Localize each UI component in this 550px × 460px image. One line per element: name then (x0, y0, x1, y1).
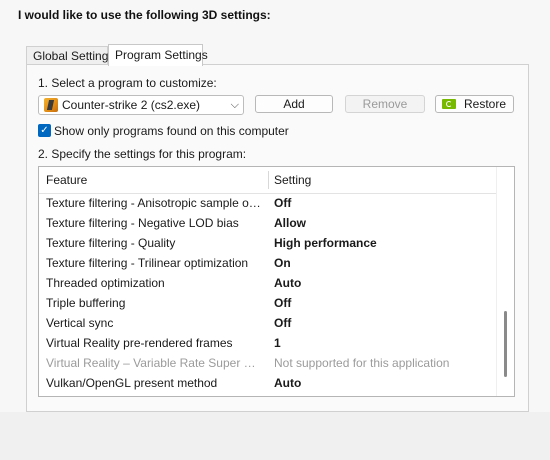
table-row[interactable]: Texture filtering - Quality High performa… (39, 233, 497, 253)
setting-cell[interactable]: High performance (274, 233, 377, 253)
column-header-feature[interactable]: Feature (46, 167, 87, 193)
setting-cell[interactable]: Allow (274, 213, 306, 233)
restore-button[interactable]: Restore (435, 95, 514, 113)
feature-cell: Triple buffering (46, 296, 126, 310)
setting-cell[interactable]: Off (274, 313, 291, 333)
program-select[interactable]: Counter-strike 2 (cs2.exe) ⌵ (38, 95, 244, 115)
scrollbar-thumb[interactable] (504, 311, 507, 377)
setting-cell[interactable]: Auto (274, 273, 301, 293)
column-divider[interactable] (268, 171, 269, 189)
feature-cell: Texture filtering - Trilinear optimizati… (46, 256, 249, 270)
table-row[interactable]: Texture filtering - Trilinear optimizati… (39, 253, 497, 273)
add-button[interactable]: Add (255, 95, 333, 113)
setting-cell[interactable]: Not supported for this application (274, 353, 449, 373)
table-row[interactable]: Virtual Reality – Variable Rate Super Sa… (39, 353, 497, 373)
tab-program-settings[interactable]: Program Settings (108, 44, 208, 66)
table-row[interactable]: Vulkan/OpenGL present method Auto (39, 373, 497, 393)
settings-list-header: Feature Setting (39, 167, 497, 194)
table-row[interactable]: Texture filtering - Anisotropic sample o… (39, 193, 497, 213)
footer-area (0, 412, 550, 460)
setting-cell[interactable]: On (274, 253, 291, 273)
table-row[interactable]: Triple buffering Off (39, 293, 497, 313)
feature-cell: Virtual Reality pre-rendered frames (46, 336, 233, 350)
feature-cell: Texture filtering - Anisotropic sample o… (46, 196, 261, 210)
settings-list[interactable]: Feature Setting Texture filtering - Anis… (38, 166, 515, 397)
table-row[interactable]: Vertical sync Off (39, 313, 497, 333)
program-select-value: Counter-strike 2 (cs2.exe) (62, 98, 201, 112)
setting-cell[interactable]: Auto (274, 373, 301, 393)
setting-cell[interactable]: 1 (274, 333, 281, 353)
cs2-icon (44, 98, 58, 112)
show-only-found-label[interactable]: Show only programs found on this compute… (54, 124, 289, 138)
select-program-label: 1. Select a program to customize: (38, 76, 217, 90)
table-row[interactable]: Threaded optimization Auto (39, 273, 497, 293)
setting-cell[interactable]: Off (274, 193, 291, 213)
table-row[interactable]: Virtual Reality pre-rendered frames 1 (39, 333, 497, 353)
nvidia-icon (442, 99, 456, 109)
specify-settings-label: 2. Specify the settings for this program… (38, 147, 247, 161)
show-only-found-checkbox[interactable]: ✓ (38, 124, 51, 137)
restore-button-label: Restore (464, 97, 507, 111)
remove-button[interactable]: Remove (345, 95, 425, 113)
table-row[interactable]: Texture filtering - Negative LOD bias All… (39, 213, 497, 233)
feature-cell: Texture filtering - Negative LOD bias (46, 216, 239, 230)
feature-cell: Threaded optimization (46, 276, 165, 290)
vertical-scrollbar[interactable] (496, 167, 514, 396)
tab-global-settings[interactable]: Global Settings (26, 46, 114, 65)
feature-cell: Texture filtering - Quality (46, 236, 176, 250)
column-header-setting[interactable]: Setting (274, 167, 311, 193)
feature-cell: Vertical sync (46, 316, 114, 330)
feature-cell: Vulkan/OpenGL present method (46, 376, 218, 390)
feature-cell: Virtual Reality – Variable Rate Super Sa… (46, 356, 261, 370)
page-heading: I would like to use the following 3D set… (18, 8, 271, 22)
setting-cell[interactable]: Off (274, 293, 291, 313)
settings-rows: Texture filtering - Anisotropic sample o… (39, 193, 497, 393)
chevron-down-icon[interactable]: ⌵ (231, 97, 239, 113)
